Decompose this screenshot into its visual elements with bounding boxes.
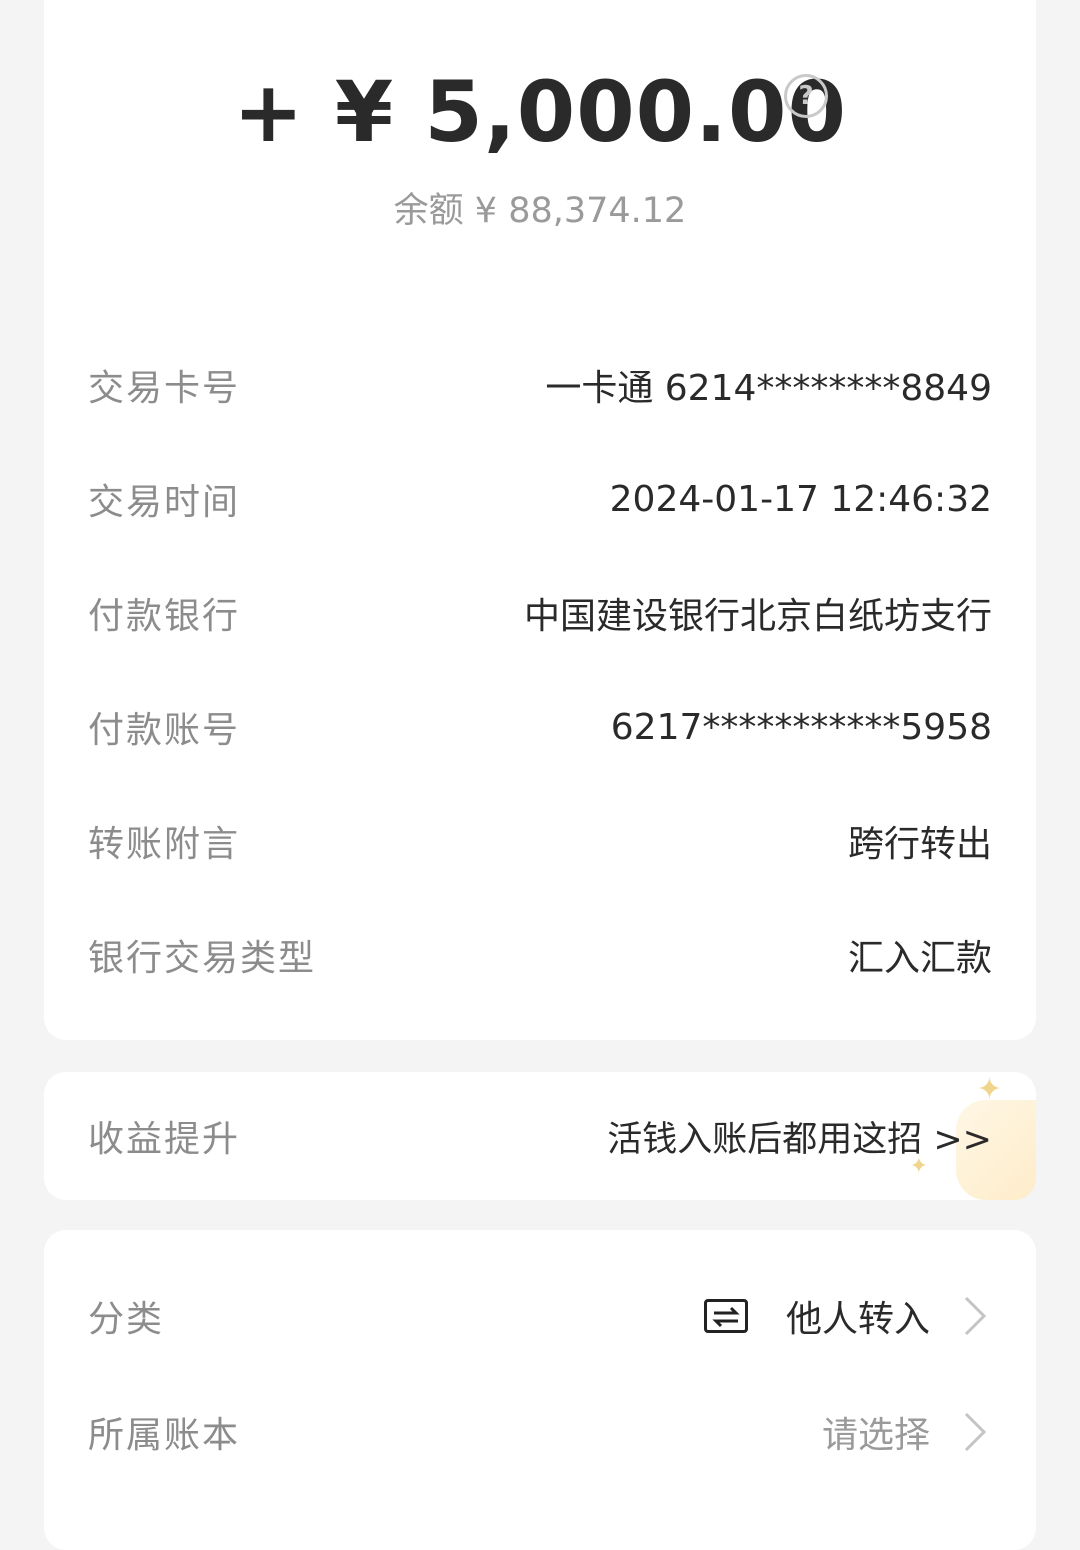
detail-value: 2024-01-17 12:46:32 — [609, 478, 992, 520]
detail-label: 转账附言 — [88, 824, 241, 865]
detail-value: 跨行转出 — [847, 824, 992, 865]
detail-label: 付款账号 — [88, 710, 241, 751]
detail-label: 交易时间 — [88, 482, 241, 523]
transaction-detail-card: + ¥ 5,000.00 ? 余额 ¥ 88,374.12 交易卡号 一卡通 6… — [44, 0, 1036, 1040]
chevron-right-icon — [958, 1410, 992, 1454]
detail-row-payer-bank: 付款银行 中国建设银行北京白纸坊支行 — [88, 583, 992, 643]
ledger-value: 请选择 — [821, 1415, 930, 1456]
detail-label: 付款银行 — [88, 596, 241, 637]
sparkle-icon: ✦ — [976, 1072, 1002, 1107]
detail-row-transaction-type: 银行交易类型 汇入汇款 — [88, 925, 992, 985]
ledger-label: 所属账本 — [88, 1415, 241, 1456]
promo-link[interactable]: 活钱入账后都用这招 >> — [607, 1111, 992, 1162]
promo-row[interactable]: 收益提升 活钱入账后都用这招 >> — [88, 1106, 992, 1166]
detail-value: 中国建设银行北京白纸坊支行 — [523, 596, 992, 637]
category-row[interactable]: 分类 他人转入 — [88, 1286, 992, 1346]
classification-card: 分类 他人转入 所属账本 请选择 — [44, 1230, 1036, 1550]
account-balance: 余额 ¥ 88,374.12 — [393, 191, 687, 231]
ledger-selector[interactable]: 请选择 — [822, 1406, 992, 1458]
category-selector[interactable]: 他人转入 — [703, 1290, 992, 1342]
detail-row-remark: 转账附言 跨行转出 — [88, 811, 992, 871]
detail-row-time: 交易时间 2024-01-17 12:46:32 — [88, 469, 992, 529]
detail-value: 一卡通 6214********8849 — [545, 368, 992, 409]
transaction-amount: + ¥ 5,000.00 — [233, 63, 847, 161]
amount-row: + ¥ 5,000.00 — [44, 62, 1036, 162]
category-label: 分类 — [88, 1299, 165, 1340]
help-icon[interactable]: ? — [784, 74, 828, 118]
detail-label: 银行交易类型 — [88, 938, 317, 979]
category-value: 他人转入 — [785, 1299, 930, 1340]
detail-label: 交易卡号 — [88, 368, 241, 409]
detail-row-payer-account: 付款账号 6217***********5958 — [88, 697, 992, 757]
promo-label: 收益提升 — [88, 1119, 241, 1160]
detail-value: 汇入汇款 — [847, 938, 992, 979]
transfer-icon — [703, 1299, 748, 1333]
ledger-row[interactable]: 所属账本 请选择 — [88, 1402, 992, 1462]
promo-card[interactable]: ✦ ✦ 收益提升 活钱入账后都用这招 >> — [44, 1072, 1036, 1200]
chevron-right-icon — [958, 1294, 992, 1338]
detail-value: 6217***********5958 — [610, 706, 992, 748]
detail-row-card-number: 交易卡号 一卡通 6214********8849 — [88, 355, 992, 415]
